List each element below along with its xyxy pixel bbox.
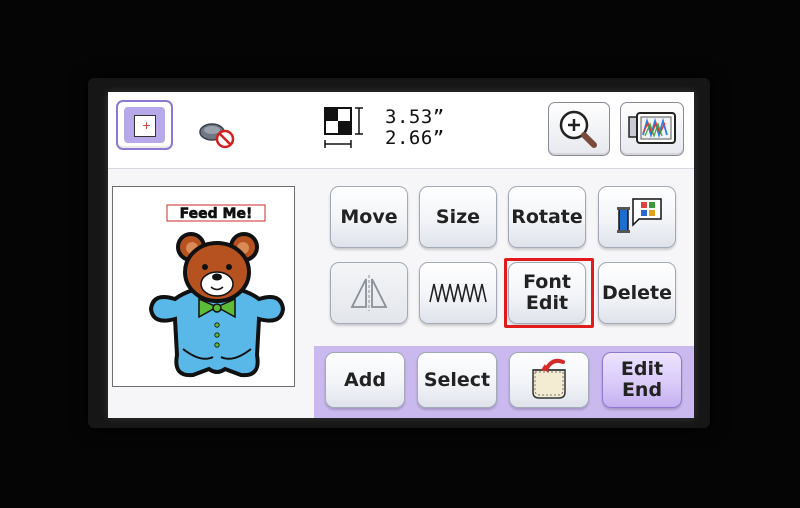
size-button[interactable]: Size: [419, 186, 497, 248]
embroidery-frame-icon: +: [124, 107, 165, 143]
color-change-button[interactable]: [598, 186, 676, 248]
no-frame-icon: [199, 123, 235, 149]
thread-color-palette-icon: [617, 198, 662, 233]
magnifier-plus-icon: [559, 110, 597, 148]
teddy-bear-embroidery: Feed Me!: [148, 204, 286, 378]
move-label: Move: [340, 205, 398, 228]
rotate-button[interactable]: Rotate: [508, 186, 586, 248]
add-label: Add: [344, 368, 386, 391]
mirror-button[interactable]: [330, 262, 408, 324]
zoom-button[interactable]: [548, 102, 610, 156]
pattern-preview: Feed Me!: [112, 186, 295, 387]
size-label: Size: [435, 205, 481, 228]
delete-button[interactable]: Delete: [598, 262, 676, 324]
select-button[interactable]: Select: [417, 352, 497, 408]
top-bar: + 3.53” 2.66”: [108, 92, 694, 169]
embroidery-edit-screen: + 3.53” 2.66” Feed Me! Move Size Rotate …: [108, 92, 694, 418]
add-button[interactable]: Add: [325, 352, 405, 408]
density-button[interactable]: [419, 262, 497, 324]
density-zigzag-icon: [429, 283, 487, 303]
mirror-flip-icon: [350, 275, 388, 311]
edit-end-button[interactable]: Edit End: [602, 352, 682, 408]
embroidery-start-button[interactable]: [620, 102, 684, 156]
delete-label: Delete: [601, 281, 673, 304]
embroidery-frame-button[interactable]: +: [116, 100, 173, 150]
edit-end-label: Edit End: [620, 358, 664, 401]
pattern-height-value: 2.66”: [385, 127, 445, 149]
embroidery-screen-icon: [628, 112, 676, 144]
rotate-label: Rotate: [511, 205, 583, 228]
pattern-width-value: 3.53”: [385, 106, 445, 128]
memory-pocket-button[interactable]: [509, 352, 589, 408]
selection-highlight: [504, 258, 594, 328]
pocket-memory-icon: [532, 358, 566, 399]
select-label: Select: [423, 368, 491, 391]
pattern-size-display: 3.53” 2.66”: [323, 106, 473, 152]
preview-text: Feed Me!: [180, 206, 253, 222]
pattern-size-icon: [324, 107, 363, 148]
move-button[interactable]: Move: [330, 186, 408, 248]
